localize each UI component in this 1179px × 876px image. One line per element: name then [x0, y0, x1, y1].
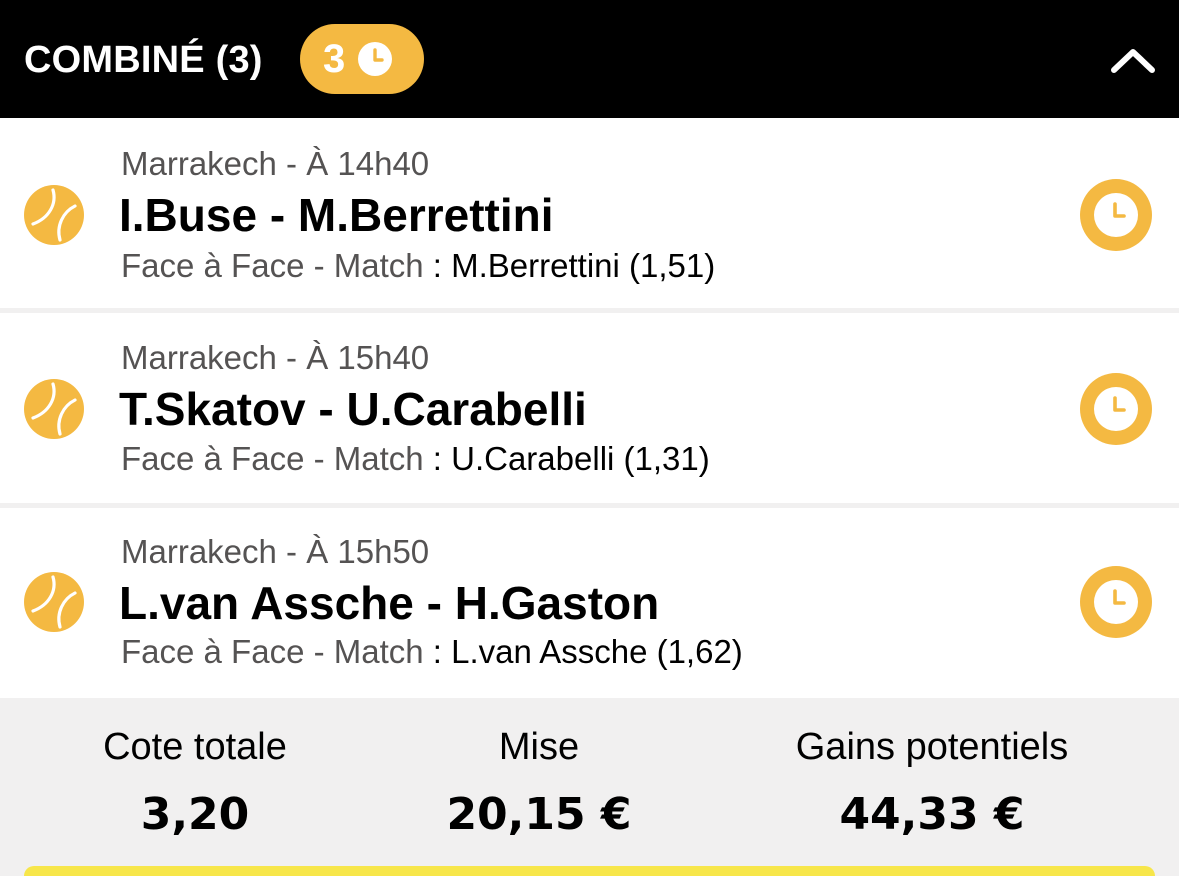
market-name: Face à Face - Match	[121, 440, 424, 477]
match-name: I.Buse - M.Berrettini	[119, 189, 554, 241]
pending-bets-badge[interactable]: 3	[300, 24, 424, 94]
stake-label: Mise	[498, 726, 580, 768]
stake-value: 20,15 €	[446, 789, 632, 840]
match-name: L.van Assche - H.Gaston	[119, 577, 660, 629]
bet-slip-title: COMBINÉ (3)	[24, 39, 263, 81]
bet-slip-header[interactable]: COMBINÉ (3) 3	[0, 0, 1179, 118]
stake[interactable]: Mise 20,15 €	[389, 698, 689, 842]
potential-winnings: Gains potentiels 44,33 €	[752, 698, 1112, 842]
market-name: Face à Face - Match	[121, 633, 424, 670]
market-separator: :	[423, 440, 452, 477]
market-selection: Face à Face - Match : M.Berrettini (1,51…	[121, 246, 715, 286]
market-selection: Face à Face - Match : U.Carabelli (1,31)	[121, 439, 710, 479]
market-separator: :	[423, 247, 452, 284]
potential-winnings-value: 44,33 €	[839, 789, 1025, 840]
match-name: T.Skatov - U.Carabelli	[119, 383, 587, 435]
selection-odds: L.van Assche (1,62)	[451, 633, 743, 670]
clock-icon	[1080, 373, 1152, 445]
tennis-ball-icon	[24, 379, 84, 439]
clock-icon	[1080, 179, 1152, 251]
clock-icon	[358, 42, 393, 76]
selection-odds: U.Carabelli (1,31)	[451, 440, 710, 477]
potential-winnings-label: Gains potentiels	[795, 726, 1069, 768]
selection-odds: M.Berrettini (1,51)	[451, 247, 716, 284]
market-separator: :	[423, 633, 452, 670]
place-bet-button[interactable]	[24, 866, 1155, 876]
pending-count: 3	[323, 37, 346, 81]
clock-icon	[1080, 566, 1152, 638]
tennis-ball-icon	[24, 572, 84, 632]
total-odds-value: 3,20	[140, 789, 250, 840]
bet-selection-row[interactable]: Marrakech - À 15h50 L.van Assche - H.Gas…	[0, 508, 1179, 698]
market-name: Face à Face - Match	[121, 247, 424, 284]
chevron-up-icon[interactable]	[1108, 40, 1158, 80]
bet-selection-row[interactable]: Marrakech - À 14h40 I.Buse - M.Berrettin…	[0, 118, 1179, 306]
event-info: Marrakech - À 14h40	[121, 145, 430, 182]
total-odds: Cote totale 3,20	[45, 698, 345, 842]
bet-summary: Cote totale 3,20 Mise 20,15 € Gains pote…	[0, 698, 1179, 876]
market-selection: Face à Face - Match : L.van Assche (1,62…	[121, 632, 743, 672]
event-info: Marrakech - À 15h40	[121, 339, 430, 376]
total-odds-label: Cote totale	[103, 726, 287, 768]
bet-selection-row[interactable]: Marrakech - À 15h40 T.Skatov - U.Carabel…	[0, 313, 1179, 501]
tennis-ball-icon	[24, 185, 84, 245]
event-info: Marrakech - À 15h50	[121, 533, 430, 570]
